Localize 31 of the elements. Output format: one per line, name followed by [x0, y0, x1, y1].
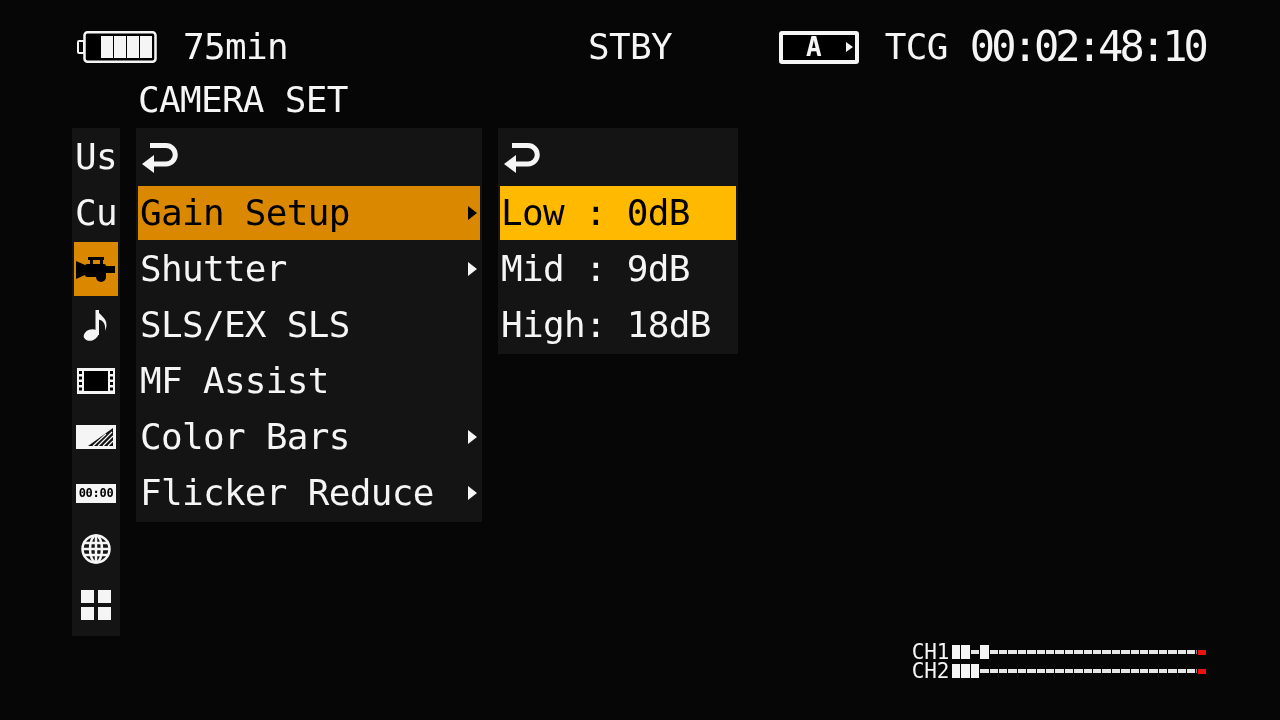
return-arrow-icon: [141, 141, 179, 173]
sidebar-tab[interactable]: Us: [74, 130, 118, 184]
sidebar-tab[interactable]: [74, 242, 118, 296]
battery-icon: [77, 31, 157, 63]
menu-item[interactable]: Shutter: [138, 242, 480, 296]
media-slot-indicator: A: [778, 30, 859, 64]
sidebar-tab[interactable]: Cu: [74, 186, 118, 240]
menu-title: CAMERA SET: [138, 82, 348, 118]
grid-icon: [81, 590, 111, 620]
menu-item[interactable]: Gain Setup: [138, 186, 480, 240]
sidebar-tab[interactable]: 00:00: [74, 466, 118, 520]
menu-item[interactable]: Flicker Reduce: [138, 466, 480, 520]
globe-icon: [81, 534, 111, 564]
submenu-option[interactable]: High: 18dB: [500, 298, 736, 352]
time-counter: 00:00: [76, 483, 116, 503]
recording-status: STBY: [588, 29, 672, 65]
channel-label: CH2: [911, 662, 950, 680]
menu-item[interactable]: Color Bars: [138, 410, 480, 464]
menu-item[interactable]: MF Assist: [138, 354, 480, 408]
submenu-option[interactable]: Low : 0dB: [500, 186, 736, 240]
battery-time: 75min: [183, 29, 288, 65]
timecode-mode: TCG: [884, 29, 948, 65]
channel-label: CH1: [911, 643, 950, 661]
submenu-option[interactable]: Mid : 9dB: [500, 242, 736, 296]
film-strip-icon: [77, 368, 115, 394]
video-camera-icon: [76, 256, 116, 282]
music-note-icon: [83, 309, 109, 341]
menu-item[interactable]: SLS/EX SLS: [138, 298, 480, 352]
return-arrow-icon: [503, 141, 541, 173]
timecode: 00:02:48:10: [969, 26, 1205, 68]
exposure-gradient-icon: [76, 425, 116, 449]
